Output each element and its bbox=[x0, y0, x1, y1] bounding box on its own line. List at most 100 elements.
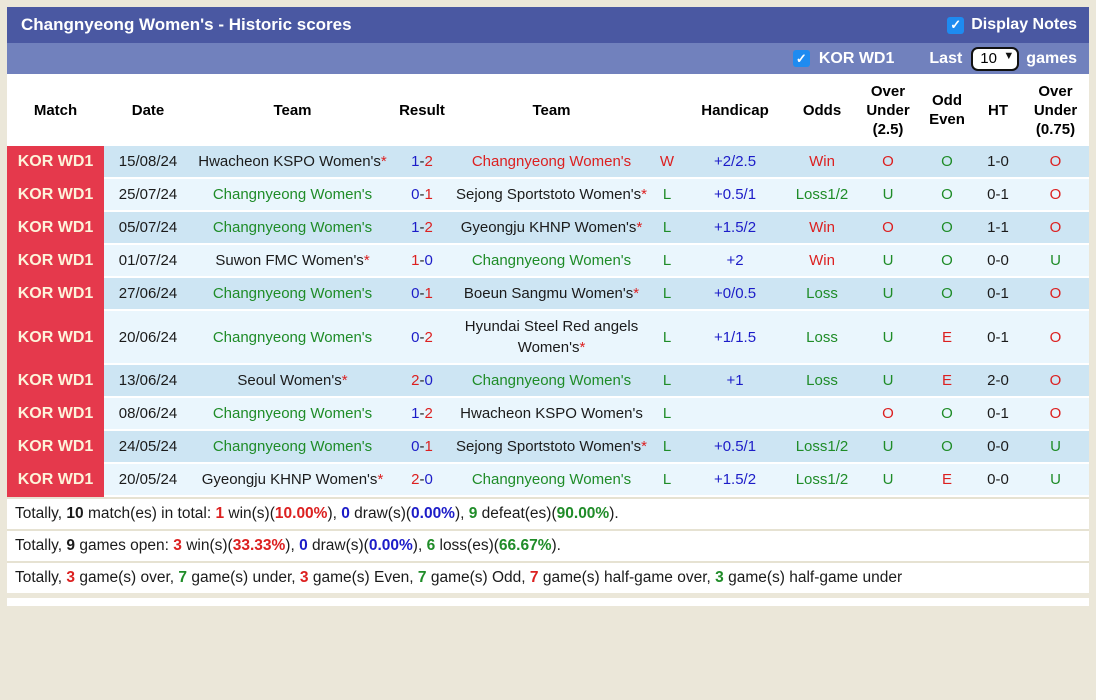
match-rows: KOR WD1 15/08/24 Hwacheon KSPO Women's* 1-2… bbox=[7, 146, 1089, 497]
handicap-value: +2 bbox=[682, 245, 788, 278]
odds-result: Loss bbox=[788, 365, 856, 398]
match-date: 05/07/24 bbox=[104, 212, 192, 245]
home-team: Changnyeong Women's bbox=[192, 398, 393, 431]
over-under-075: U bbox=[1022, 431, 1089, 464]
summary-line: Totally, 3 game(s) over, 7 game(s) under… bbox=[7, 561, 1089, 593]
odd-even: O bbox=[920, 431, 974, 464]
odd-even: E bbox=[920, 311, 974, 365]
away-team: Sejong Sportstoto Women's* bbox=[451, 431, 652, 464]
away-team: Hyundai Steel Red angels Women's* bbox=[451, 311, 652, 365]
page: Changnyeong Women's - Historic scores ✓ … bbox=[0, 0, 1096, 700]
league-badge: KOR WD1 bbox=[7, 212, 104, 245]
odd-even: O bbox=[920, 212, 974, 245]
odds-result: Loss bbox=[788, 311, 856, 365]
column-header bbox=[652, 74, 682, 146]
half-time-score: 0-1 bbox=[974, 179, 1022, 212]
half-time-score: 1-0 bbox=[974, 146, 1022, 179]
handicap-value: +1.5/2 bbox=[682, 464, 788, 497]
odd-even: O bbox=[920, 398, 974, 431]
display-notes-checkbox[interactable]: ✓ bbox=[947, 16, 965, 34]
half-time-score: 0-0 bbox=[974, 245, 1022, 278]
odds-result bbox=[788, 398, 856, 431]
win-loss-flag: W bbox=[652, 146, 682, 179]
league-badge: KOR WD1 bbox=[7, 365, 104, 398]
result-score: 1-2 bbox=[393, 212, 451, 245]
column-header: Odd Even bbox=[920, 74, 974, 146]
match-date: 27/06/24 bbox=[104, 278, 192, 311]
handicap-value: +1 bbox=[682, 365, 788, 398]
half-time-score: 0-1 bbox=[974, 278, 1022, 311]
win-loss-flag: L bbox=[652, 245, 682, 278]
home-team: Suwon FMC Women's* bbox=[192, 245, 393, 278]
league-badge: KOR WD1 bbox=[7, 245, 104, 278]
table-header: Match Date Team Result Team Handicap Odds Over … bbox=[7, 74, 1089, 146]
result-score: 2-0 bbox=[393, 365, 451, 398]
result-score: 2-0 bbox=[393, 464, 451, 497]
historic-scores-table: Match Date Team Result Team Handicap Odds Over … bbox=[7, 74, 1089, 497]
match-row: KOR WD1 13/06/24 Seoul Women's* 2-0 Changnye… bbox=[7, 365, 1089, 398]
home-team: Gyeongju KHNP Women's* bbox=[192, 464, 393, 497]
win-loss-flag: L bbox=[652, 311, 682, 365]
column-header: Team bbox=[451, 74, 652, 146]
result-score: 0-1 bbox=[393, 431, 451, 464]
match-date: 20/05/24 bbox=[104, 464, 192, 497]
match-row: KOR WD1 05/07/24 Changnyeong Women's 1-2 Gye… bbox=[7, 212, 1089, 245]
over-under-25: U bbox=[856, 464, 920, 497]
result-score: 1-2 bbox=[393, 146, 451, 179]
match-date: 25/07/24 bbox=[104, 179, 192, 212]
match-row: KOR WD1 20/05/24 Gyeongju KHNP Women's* 2-0… bbox=[7, 464, 1089, 497]
odd-even: O bbox=[920, 278, 974, 311]
last-games-select-wrap: 10 ▼ bbox=[971, 46, 1020, 71]
odd-even: O bbox=[920, 245, 974, 278]
half-time-score: 2-0 bbox=[974, 365, 1022, 398]
half-time-score: 0-1 bbox=[974, 398, 1022, 431]
odds-result: Loss1/2 bbox=[788, 431, 856, 464]
handicap-value: +2/2.5 bbox=[682, 146, 788, 179]
over-under-075: O bbox=[1022, 398, 1089, 431]
league-checkbox[interactable]: ✓ bbox=[792, 50, 810, 67]
match-row: KOR WD1 27/06/24 Changnyeong Women's 0-1 Boe… bbox=[7, 278, 1089, 311]
handicap-value: +1.5/2 bbox=[682, 212, 788, 245]
last-label: Last bbox=[929, 49, 963, 67]
over-under-075: O bbox=[1022, 179, 1089, 212]
match-row: KOR WD1 24/05/24 Changnyeong Women's 0-1 Sej… bbox=[7, 431, 1089, 464]
home-team: Changnyeong Women's bbox=[192, 179, 393, 212]
over-under-075: O bbox=[1022, 146, 1089, 179]
column-header: Team bbox=[192, 74, 393, 146]
handicap-value bbox=[682, 398, 788, 431]
home-team: Seoul Women's* bbox=[192, 365, 393, 398]
match-row: KOR WD1 08/06/24 Changnyeong Women's 1-2 Hwa… bbox=[7, 398, 1089, 431]
home-team: Changnyeong Women's bbox=[192, 212, 393, 245]
match-date: 13/06/24 bbox=[104, 365, 192, 398]
league-badge: KOR WD1 bbox=[7, 464, 104, 497]
win-loss-flag: L bbox=[652, 464, 682, 497]
page-title: Changnyeong Women's - Historic scores bbox=[21, 15, 352, 34]
last-games-select[interactable]: 10 bbox=[971, 46, 1020, 71]
match-date: 01/07/24 bbox=[104, 245, 192, 278]
over-under-25: U bbox=[856, 365, 920, 398]
away-team: Changnyeong Women's bbox=[451, 146, 652, 179]
column-header: Handicap bbox=[682, 74, 788, 146]
historic-scores-panel: Changnyeong Women's - Historic scores ✓ … bbox=[7, 7, 1089, 593]
over-under-25: O bbox=[856, 398, 920, 431]
column-header: Date bbox=[104, 74, 192, 146]
odds-result: Win bbox=[788, 212, 856, 245]
match-date: 20/06/24 bbox=[104, 311, 192, 365]
away-team: Sejong Sportstoto Women's* bbox=[451, 179, 652, 212]
column-header: Match bbox=[7, 74, 104, 146]
home-team: Changnyeong Women's bbox=[192, 311, 393, 365]
away-team: Boeun Sangmu Women's* bbox=[451, 278, 652, 311]
odds-result: Loss1/2 bbox=[788, 179, 856, 212]
league-badge: KOR WD1 bbox=[7, 311, 104, 365]
summary-line: Totally, 10 match(es) in total: 1 win(s)… bbox=[7, 497, 1089, 529]
result-score: 1-0 bbox=[393, 245, 451, 278]
odds-result: Win bbox=[788, 245, 856, 278]
over-under-25: U bbox=[856, 311, 920, 365]
odds-result: Win bbox=[788, 146, 856, 179]
odd-even: O bbox=[920, 179, 974, 212]
league-badge: KOR WD1 bbox=[7, 431, 104, 464]
over-under-075: U bbox=[1022, 245, 1089, 278]
home-team: Hwacheon KSPO Women's* bbox=[192, 146, 393, 179]
title-bar: Changnyeong Women's - Historic scores ✓ … bbox=[7, 7, 1089, 43]
over-under-075: O bbox=[1022, 278, 1089, 311]
